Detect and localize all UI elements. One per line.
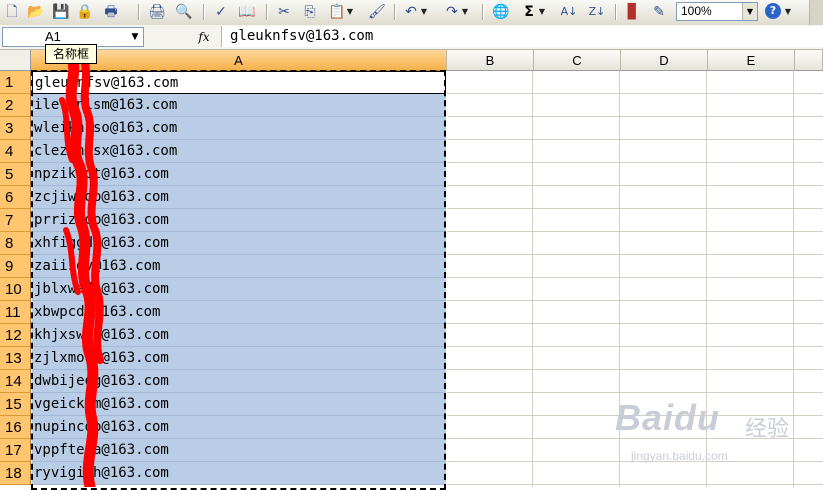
chevron-down-icon[interactable]: ▼ xyxy=(127,28,143,46)
table-cell[interactable]: wleiknpso@163.com xyxy=(32,117,446,140)
row-header[interactable]: 8 xyxy=(0,232,31,255)
research-icon[interactable]: 📖 xyxy=(238,3,256,21)
table-cell[interactable]: prrizjdp@163.com xyxy=(32,209,446,232)
formula-input[interactable]: gleuknfsv@163.com xyxy=(221,26,823,47)
baidu-watermark: Baidu 经验 jingyan.baidu.com xyxy=(615,397,815,467)
row-header[interactable]: 3 xyxy=(0,117,31,140)
select-all-corner[interactable] xyxy=(0,50,31,71)
table-cell[interactable]: ryvigidh@163.com xyxy=(32,462,446,485)
name-box-tooltip: 名称框 xyxy=(45,44,97,64)
row-header[interactable]: 11 xyxy=(0,301,31,324)
table-cell[interactable]: nupincdp@163.com xyxy=(32,416,446,439)
table-cell[interactable]: npzikadt@163.com xyxy=(32,163,446,186)
column-header-c[interactable]: C xyxy=(534,50,621,71)
row-header[interactable]: 10 xyxy=(0,278,31,301)
zoom-select[interactable]: 100% ▼ xyxy=(676,2,758,21)
column-header-e[interactable]: E xyxy=(708,50,795,71)
row-header[interactable]: 12 xyxy=(0,324,31,347)
spelling-icon[interactable]: ✓ xyxy=(212,3,230,21)
autosum-icon[interactable]: Σ xyxy=(520,3,538,21)
row-header[interactable]: 13 xyxy=(0,347,31,370)
drawing-icon[interactable]: ✎ xyxy=(650,3,668,21)
row-header[interactable]: 2 xyxy=(0,94,31,117)
watermark-url: jingyan.baidu.com xyxy=(631,449,728,463)
row-header[interactable]: 4 xyxy=(0,140,31,163)
table-cell[interactable]: vgeickdm@163.com xyxy=(32,393,446,416)
table-cell[interactable]: xbwpcdt@163.com xyxy=(32,301,446,324)
sort-asc-icon[interactable]: A↓ xyxy=(560,3,578,21)
row-header[interactable]: 15 xyxy=(0,393,31,416)
open-icon[interactable]: 📂 xyxy=(27,3,45,21)
name-box-value: A1 xyxy=(45,29,61,44)
table-cell[interactable]: jblxwadh@163.com xyxy=(32,278,446,301)
hyperlink-icon[interactable]: 🌐 xyxy=(492,3,510,21)
row-header[interactable]: 17 xyxy=(0,439,31,462)
column-header-f[interactable] xyxy=(795,50,823,71)
print-preview-icon[interactable]: 🖶 xyxy=(102,3,120,21)
insert-function-button[interactable]: fx xyxy=(192,27,216,47)
help-dropdown-icon[interactable]: ▼ xyxy=(784,6,792,18)
row-header[interactable]: 7 xyxy=(0,209,31,232)
copy-icon[interactable]: ⎘ xyxy=(301,3,319,21)
new-icon[interactable]: 🗋 xyxy=(3,3,21,21)
cut-icon[interactable]: ✂ xyxy=(275,3,293,21)
active-cell[interactable]: gleuknfsv@163.com xyxy=(32,71,446,94)
table-cell[interactable]: clezknesx@163.com xyxy=(32,140,446,163)
formula-value: gleuknfsv@163.com xyxy=(230,28,374,44)
undo-icon[interactable]: ↶ xyxy=(402,3,420,21)
zoom-value: 100% xyxy=(681,4,712,18)
standard-toolbar: 🗋 📂 💾 🔒 🖶 🖨 🔍 ✓ 📖 ✂ ⎘ 📋 ▼ 🖌 ↶ ▼ ↷ ▼ 🌐 Σ … xyxy=(0,0,823,26)
row-header[interactable]: 1 xyxy=(0,71,31,94)
chart-icon[interactable]: ▊ xyxy=(624,3,642,21)
row-header[interactable]: 6 xyxy=(0,186,31,209)
table-cell[interactable]: zcjiwedo@163.com xyxy=(32,186,446,209)
row-header[interactable]: 14 xyxy=(0,370,31,393)
save-icon[interactable]: 💾 xyxy=(52,3,70,21)
sort-desc-icon[interactable]: Z↓ xyxy=(588,3,606,21)
formula-bar: A1 ▼ fx gleuknfsv@163.com xyxy=(0,25,823,50)
table-cell[interactable]: ilelknlsm@163.com xyxy=(32,94,446,117)
row-header[interactable]: 5 xyxy=(0,163,31,186)
table-cell[interactable]: xhfiggdr@163.com xyxy=(32,232,446,255)
row-header[interactable]: 9 xyxy=(0,255,31,278)
toolbar-options-icon[interactable] xyxy=(809,0,823,25)
watermark-cn: 经验 xyxy=(745,417,790,442)
fx-label: fx xyxy=(198,30,210,44)
paste-dropdown-icon[interactable]: ▼ xyxy=(346,6,354,18)
redo-dropdown-icon[interactable]: ▼ xyxy=(461,6,469,18)
paste-icon[interactable]: 📋 xyxy=(328,3,346,21)
preview-icon[interactable]: 🔍 xyxy=(175,3,193,21)
chevron-down-icon[interactable]: ▼ xyxy=(742,3,757,20)
autosum-dropdown-icon[interactable]: ▼ xyxy=(538,6,546,18)
watermark-logo: Baidu xyxy=(615,397,721,438)
table-cell[interactable]: zjlxmodt@163.com xyxy=(32,347,446,370)
table-cell[interactable]: zaiisdv@163.com xyxy=(32,255,446,278)
table-cell[interactable]: dwbijedg@163.com xyxy=(32,370,446,393)
undo-dropdown-icon[interactable]: ▼ xyxy=(420,6,428,18)
permission-icon[interactable]: 🔒 xyxy=(76,3,94,21)
help-icon[interactable]: ? xyxy=(765,3,781,19)
row-header[interactable]: 18 xyxy=(0,462,31,485)
column-header-b[interactable]: B xyxy=(447,50,534,71)
table-cell[interactable]: vppfteda@163.com xyxy=(32,439,446,462)
print-icon[interactable]: 🖨 xyxy=(148,3,166,21)
format-painter-icon[interactable]: 🖌 xyxy=(368,3,386,21)
column-header-d[interactable]: D xyxy=(621,50,708,71)
redo-icon[interactable]: ↷ xyxy=(443,3,461,21)
table-cell[interactable]: khjxswdx@163.com xyxy=(32,324,446,347)
row-header[interactable]: 16 xyxy=(0,416,31,439)
